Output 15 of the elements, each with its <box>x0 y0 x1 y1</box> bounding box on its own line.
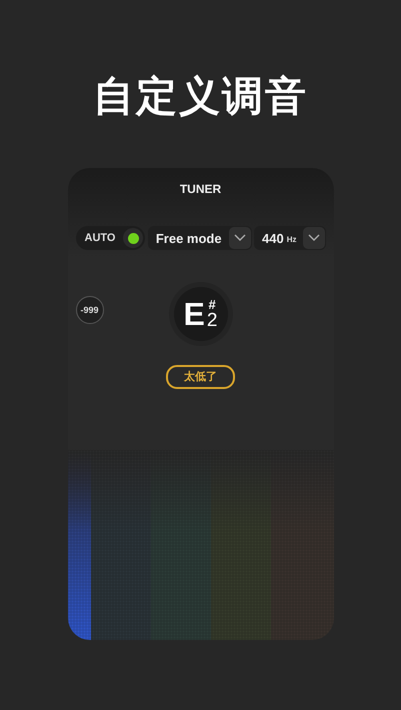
cents-bubble: -999 <box>76 296 104 324</box>
screen-title: TUNER <box>178 182 222 196</box>
mode-value: Free mode <box>156 230 222 246</box>
note-accidental: # <box>208 298 216 311</box>
pitch-unit: Hz <box>286 235 296 244</box>
auto-toggle[interactable]: AUTO <box>76 226 146 250</box>
pitch-value: 440 <box>262 230 284 246</box>
pitch-dropdown[interactable]: 440 Hz <box>254 226 326 250</box>
note-octave: 2 <box>206 311 218 330</box>
chevron-down-icon[interactable] <box>228 227 251 249</box>
chevron-down-icon[interactable] <box>303 227 326 249</box>
mode-dropdown[interactable]: Free mode <box>148 226 252 250</box>
note-letter: E <box>184 296 205 332</box>
status-badge: 太低了 <box>166 365 235 389</box>
headline: 自定义调音 <box>93 71 308 122</box>
